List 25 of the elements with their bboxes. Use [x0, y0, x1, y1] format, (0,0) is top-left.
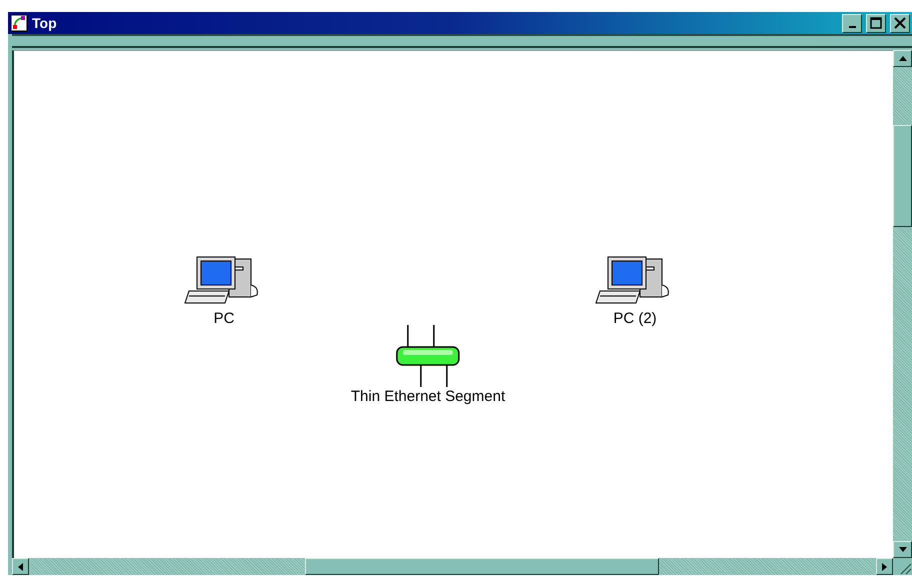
- close-button[interactable]: [890, 14, 910, 32]
- cable-segment-icon: [395, 323, 461, 389]
- right-arrow-icon: [882, 562, 887, 570]
- scroll-thumb[interactable]: [893, 125, 912, 227]
- down-arrow-icon: [898, 547, 906, 552]
- node-label: PC: [214, 311, 234, 327]
- left-arrow-icon: [18, 562, 23, 570]
- scroll-left-button[interactable]: [12, 558, 29, 575]
- maximize-button[interactable]: [866, 14, 886, 32]
- minimize-button[interactable]: [842, 14, 862, 32]
- scroll-down-button[interactable]: [893, 541, 912, 558]
- horizontal-scrollbar[interactable]: [12, 558, 893, 575]
- scroll-thumb[interactable]: [305, 558, 659, 575]
- up-arrow-icon: [898, 56, 906, 61]
- vertical-scrollbar[interactable]: [893, 50, 912, 558]
- minimize-icon: [848, 26, 856, 28]
- resize-grip-icon[interactable]: [898, 561, 912, 575]
- node-label: PC (2): [613, 311, 657, 327]
- scroll-up-button[interactable]: [893, 50, 912, 67]
- scroll-right-button[interactable]: [876, 558, 893, 575]
- maximize-icon: [870, 17, 882, 29]
- close-icon: [894, 17, 906, 29]
- app-icon: [10, 14, 28, 32]
- window-title: Top: [32, 15, 58, 31]
- node-label: Thin Ethernet Segment: [350, 389, 506, 405]
